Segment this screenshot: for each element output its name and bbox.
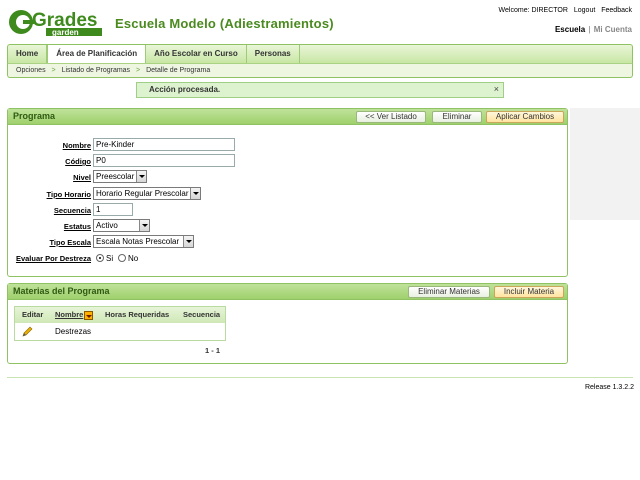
estatus-value: Activo [96,221,118,230]
secuencia-label: Secuencia [53,206,91,215]
tipo-escala-value: Escala Notas Prescolar [96,237,180,246]
codigo-label: Código [65,157,91,166]
codigo-input[interactable]: P0 [93,154,235,167]
tipo-horario-value: Horario Regular Prescolar [96,189,189,198]
nivel-label: Nivel [73,173,91,182]
view-list-button[interactable]: << Ver Listado [356,111,426,123]
destreza-si-label: Si [106,254,114,263]
grades-garden-logo: Grades garden [8,6,108,38]
programa-header: Programa << Ver Listado Eliminar Aplicar… [8,109,567,125]
tab-home[interactable]: Home [8,45,48,63]
materias-table: Editar Nombre Horas Requeridas Secuencia… [14,306,226,341]
tipo-horario-select[interactable]: Horario Regular Prescolar [93,187,201,200]
footer-divider [7,377,633,378]
breadcrumb: Opciones > Listado de Programas > Detall… [7,63,633,78]
tipo-escala-select[interactable]: Escala Notas Prescolar [93,235,194,248]
side-panel [570,108,640,220]
logo-subtext: garden [52,28,79,37]
main-nav: Home Área de Planificación Año Escolar e… [7,44,633,63]
chevron-down-icon[interactable] [139,220,149,231]
estatus-select[interactable]: Activo [93,219,150,232]
materias-header: Materias del Programa Eliminar Materias … [8,284,567,300]
nivel-value: Preescolar [96,172,135,181]
apply-changes-button[interactable]: Aplicar Cambios [486,111,564,123]
tab-area-planificacion[interactable]: Área de Planificación [47,45,147,63]
add-materia-button[interactable]: Incluir Materia [494,286,564,298]
programa-title: Programa [13,111,56,121]
materias-title: Materias del Programa [13,286,110,296]
col-editar: Editar [22,310,44,319]
edit-pencil-icon[interactable] [21,326,33,338]
logout-link[interactable]: Logout [574,7,595,14]
close-icon[interactable]: × [494,82,499,96]
nombre-input[interactable]: Pre-Kinder [93,138,235,151]
top-links: Welcome: DIRECTOR Logout Feedback [495,7,632,14]
message-text: Acción procesada. [149,85,221,94]
secuencia-input[interactable]: 1 [93,203,133,216]
destreza-no-radio[interactable] [118,254,126,262]
app-title: Escuela Modelo (Adiestramientos) [115,16,334,31]
delete-button[interactable]: Eliminar [432,111,482,123]
col-horas: Horas Requeridas [105,310,170,319]
school-current-link[interactable]: Escuela [555,25,585,34]
tipo-escala-label: Tipo Escala [49,238,91,247]
tab-ano-escolar[interactable]: Año Escolar en Curso [146,45,247,63]
col-secuencia: Secuencia [183,310,221,319]
row-nombre: Destrezas [55,327,92,336]
school-separator: | [588,25,591,34]
destreza-label: Evaluar Por Destreza [15,254,91,263]
breadcrumb-detalle: Detalle de Programa [146,67,211,74]
breadcrumb-arrow: > [136,67,141,74]
release-text: Release 1.3.2.2 [584,384,634,391]
materias-panel: Materias del Programa Eliminar Materias … [7,283,568,364]
my-account-link[interactable]: Mi Cuenta [594,25,632,34]
sort-icon[interactable] [84,311,93,320]
delete-materias-button[interactable]: Eliminar Materias [408,286,490,298]
school-links: Escuela | Mi Cuenta [555,25,632,34]
chevron-down-icon[interactable] [183,236,193,247]
nivel-select[interactable]: Preescolar [93,170,147,183]
welcome-text: Welcome: DIRECTOR [498,7,568,14]
breadcrumb-opciones[interactable]: Opciones [16,67,46,74]
breadcrumb-arrow: > [51,67,56,74]
pager: 1 - 1 [205,346,221,355]
programa-panel: Programa << Ver Listado Eliminar Aplicar… [7,108,568,277]
breadcrumb-listado[interactable]: Listado de Programas [62,67,130,74]
tipo-horario-label: Tipo Horario [46,190,91,199]
success-message: Acción procesada. × [136,82,504,98]
destreza-si-radio[interactable] [96,254,104,262]
tab-personas[interactable]: Personas [247,45,300,63]
col-nombre[interactable]: Nombre [55,307,83,323]
chevron-down-icon[interactable] [190,188,200,199]
estatus-label: Estatus [63,222,91,231]
nombre-label: Nombre [62,141,91,150]
feedback-link[interactable]: Feedback [601,7,632,14]
destreza-no-label: No [128,254,139,263]
table-row: Destrezas [15,323,225,340]
chevron-down-icon[interactable] [136,171,146,182]
table-header: Editar Nombre Horas Requeridas Secuencia [15,307,225,323]
